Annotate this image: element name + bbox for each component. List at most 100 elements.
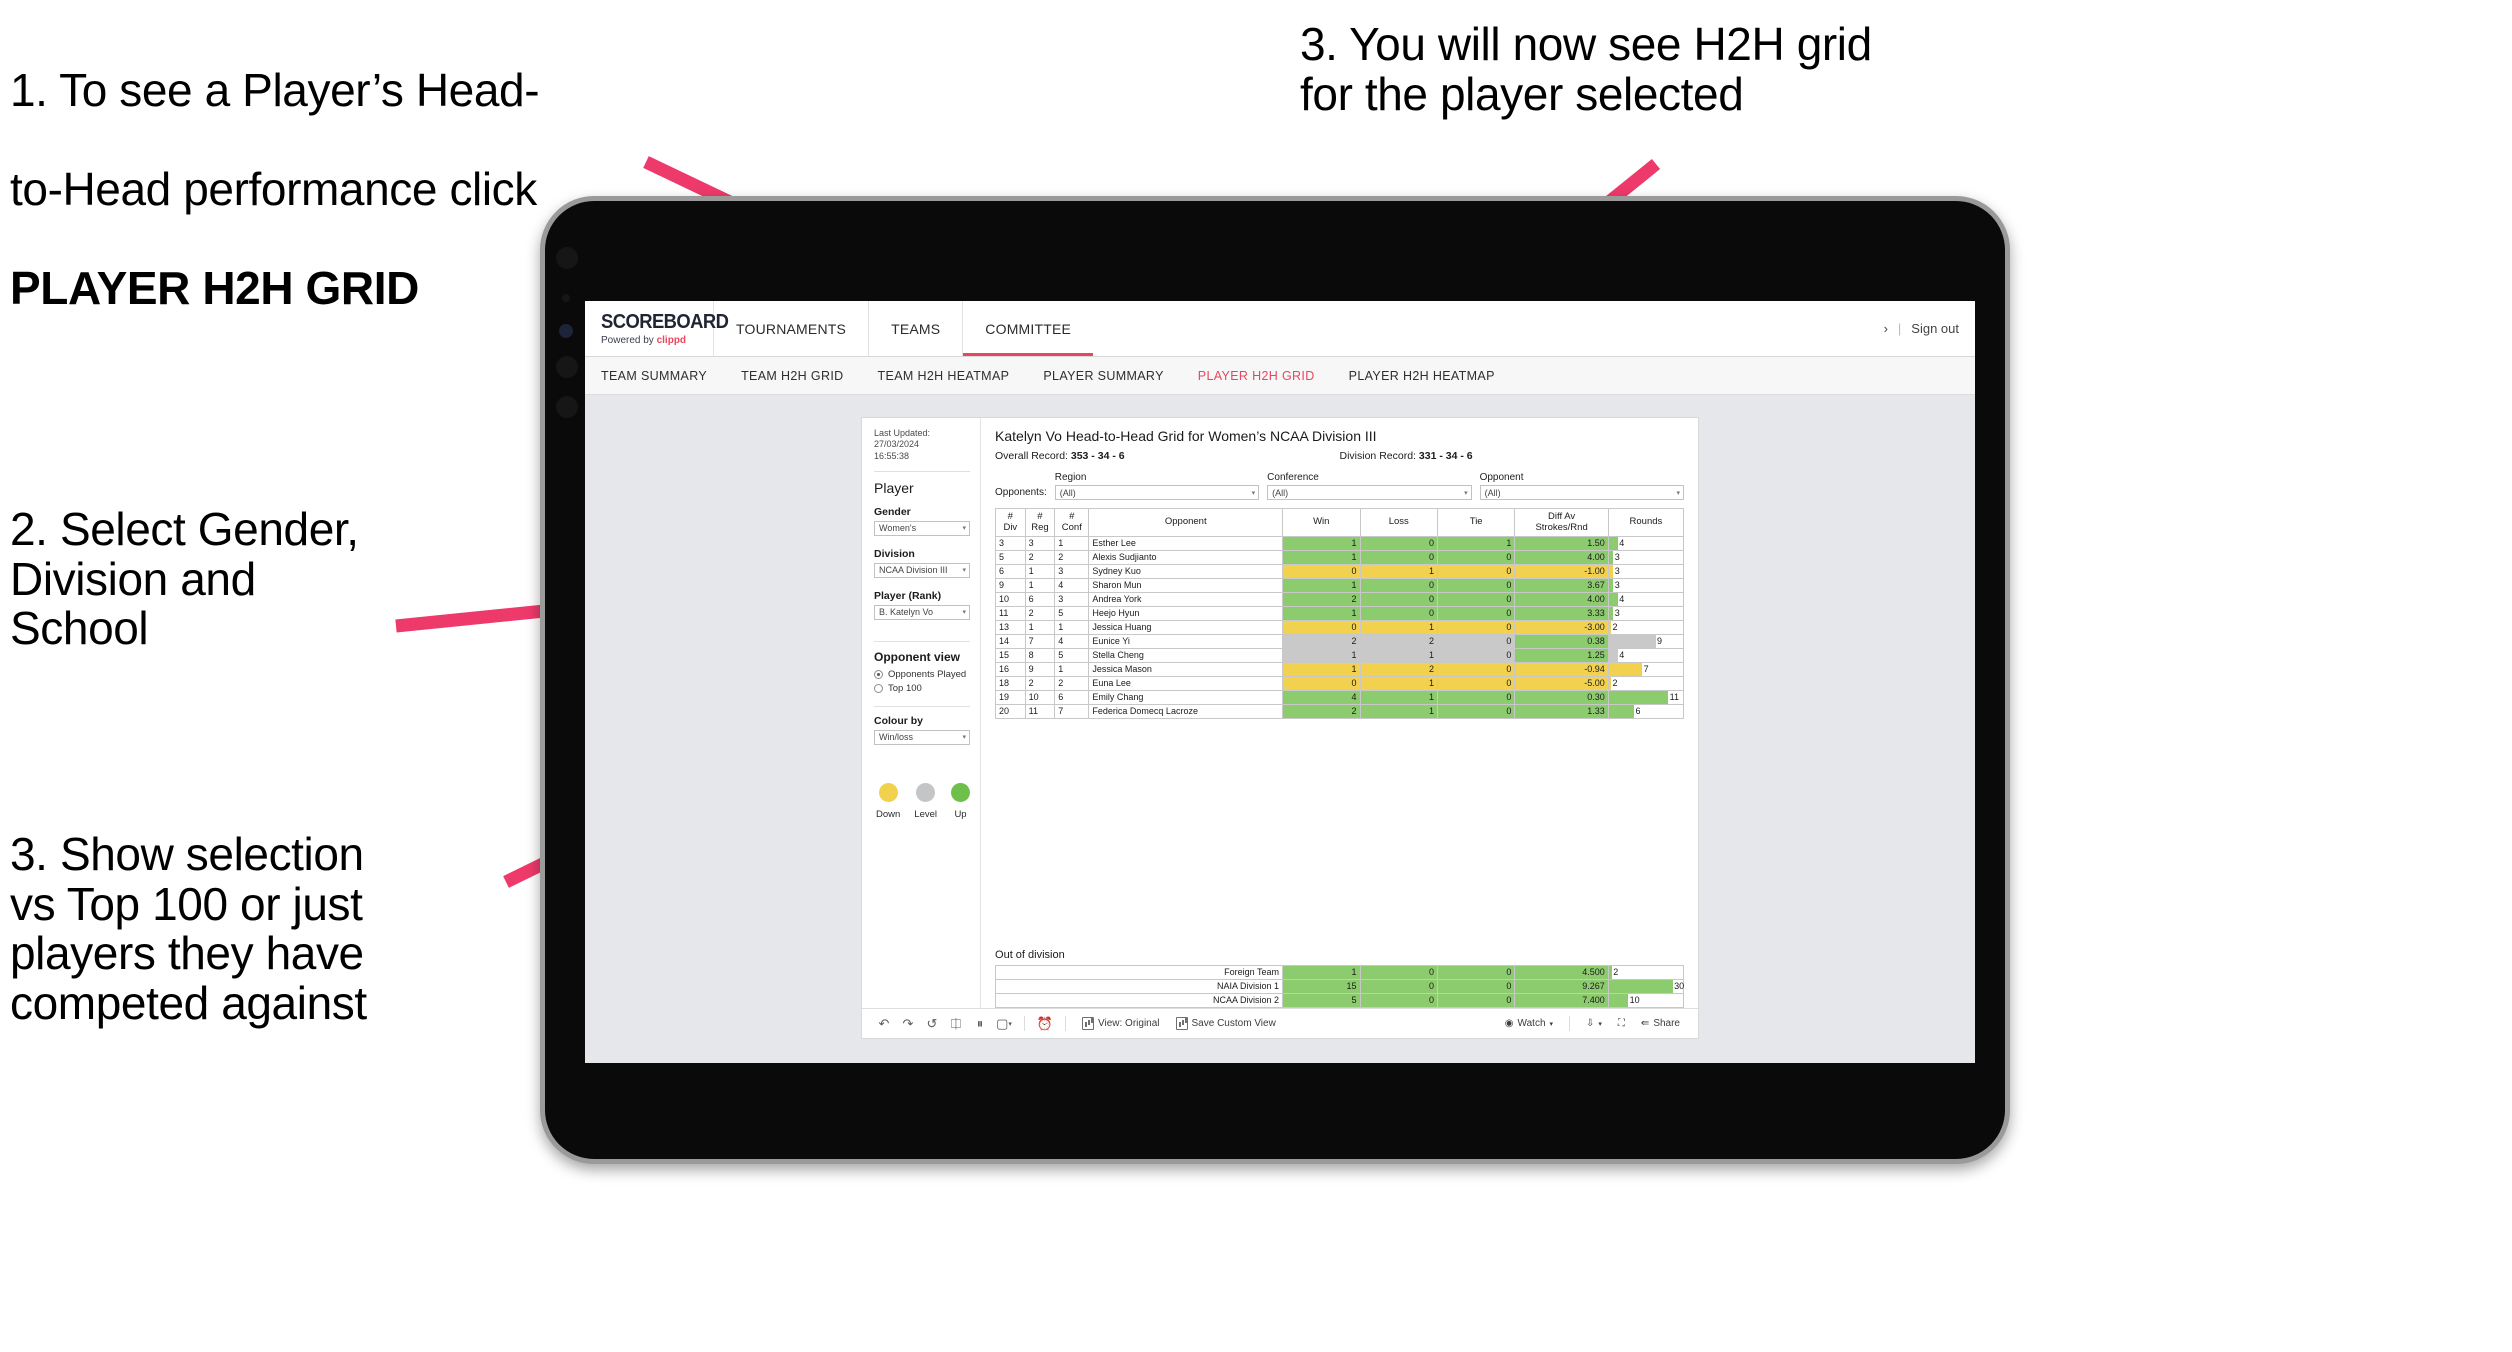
h2h-grid-header-row: # Div # Reg # Conf Opponent Win Loss Tie Di… [995,508,1685,537]
watch-icon: ◉ [1504,1018,1514,1029]
view-original-button[interactable]: View: Original [1074,1017,1168,1030]
opponent-select[interactable]: (All) ▾ [1479,485,1684,500]
tab-player-summary[interactable]: PLAYER SUMMARY [1043,369,1163,383]
colour-legend: Down Level Up [874,782,971,820]
out-of-division-body: Foreign Team 1 0 0 4.500 2 NAIA Division 1 15 0 0… [995,965,1685,1008]
refresh-icon[interactable]: ⎅ [944,1013,968,1035]
tab-player-h2h-heatmap[interactable]: PLAYER H2H HEATMAP [1349,369,1495,383]
table-row[interactable]: 14 7 4 Eunice Yi 2 2 0 0.38 9 [995,634,1685,649]
save-custom-view-label: Save Custom View [1191,1018,1276,1029]
radio-top-100-label: Top 100 [888,682,922,694]
field-player-rank-label: Player (Rank) [874,589,942,602]
legend-label-down: Down [876,808,901,820]
table-row[interactable]: 20 11 7 Federica Domecq Lacroze 2 1 0 1.33 6 [995,704,1685,719]
field-division-label: Division [874,547,915,560]
last-updated-line1: Last Updated: 27/03/2024 [874,428,931,450]
table-row[interactable]: Foreign Team 1 0 0 4.500 2 [995,965,1685,980]
undo-icon[interactable]: ↶ [872,1013,896,1035]
filter-region-caption: Region [1054,472,1087,483]
share-icon: ⇚ [1640,1018,1650,1029]
pause-icon[interactable]: ⏸ [968,1013,992,1035]
table-row[interactable]: 6 1 3 Sydney Kuo 0 1 0 -1.00 3 [995,564,1685,579]
overall-record-value: 353 - 34 - 6 [1070,450,1125,462]
record-summary: Overall Record: 353 - 34 - 6 Division Re… [995,450,1684,462]
main-nav: TOURNAMENTS TEAMS COMMITTEE [713,301,1093,356]
rounds-bar-cell: 11 [1607,690,1685,705]
callout-3: 2. Select Gender, Division and School [10,503,359,655]
bezel-dot-5 [556,396,578,418]
rounds-bar-cell: 2 [1607,676,1685,691]
table-row[interactable]: 18 2 2 Euna Lee 0 1 0 -5.00 2 [995,676,1685,691]
division-select[interactable]: NCAA Division III ▾ [874,562,971,578]
share-button[interactable]: ⇚ Share [1633,1018,1688,1029]
table-row[interactable]: NAIA Division 1 15 0 0 9.267 30 [995,979,1684,994]
sign-out-link[interactable]: Sign out [1911,321,1959,336]
brand-sub-accent: clippd [656,335,687,346]
radio-opponents-played[interactable]: Opponents Played [874,669,970,680]
header-account-area: › | Sign out [1884,301,1959,356]
callout-4: 3. Show selection vs Top 100 or just pla… [10,828,367,1030]
filter-opponent-caption: Opponent [1479,472,1524,483]
colour-by-select[interactable]: Win/loss ▾ [874,729,971,745]
chevron-down-icon: ▾ [1676,489,1680,497]
nav-item-teams[interactable]: TEAMS [868,301,962,356]
table-row[interactable]: 11 2 5 Heejo Hyun 1 0 0 3.33 3 [995,606,1685,621]
gender-select[interactable]: Women's ▾ [874,520,971,536]
region-select[interactable]: (All) ▾ [1054,485,1260,500]
rail-section-player: Player [874,479,914,496]
chevron-down-icon: ▾ [962,609,967,617]
toolbar-divider-2 [1065,1016,1066,1031]
player-rank-select[interactable]: B. Katelyn Vo ▾ [874,604,971,620]
table-row[interactable]: 15 8 5 Stella Cheng 1 1 0 1.25 4 [995,648,1685,663]
field-division: Division NCAA Division III ▾ [874,547,971,578]
radio-opponents-played-label: Opponents Played [888,668,967,680]
filter-opponent: Opponent (All) ▾ [1479,472,1684,500]
redo-icon[interactable]: ↷ [896,1013,920,1035]
table-row[interactable]: 16 9 1 Jessica Mason 1 2 0 -0.94 7 [995,662,1685,677]
col-opponent: Opponent [1088,508,1284,537]
col-div: # Div [995,508,1026,537]
rail-divider-2 [874,640,971,642]
watch-button[interactable]: ◉ Watch ▾ [1497,1018,1561,1029]
last-updated-line2: 16:55:38 [874,450,910,461]
rounds-bar-cell: 4 [1607,648,1685,663]
colour-by-label: Colour by [874,714,923,727]
radio-top-100[interactable]: Top 100 [874,683,970,694]
table-row[interactable]: 13 1 1 Jessica Huang 0 1 0 -3.00 2 [995,620,1685,635]
radio-icon-selected [874,669,883,679]
table-row[interactable]: 5 2 2 Alexis Sudjianto 1 0 0 4.00 3 [995,550,1685,565]
chevron-down-icon: ▾ [962,734,967,742]
tab-team-h2h-grid[interactable]: TEAM H2H GRID [741,369,843,383]
h2h-grid-scroll[interactable]: # Div # Reg # Conf Opponent Win Loss Tie Di… [995,508,1685,939]
tab-player-h2h-grid[interactable]: PLAYER H2H GRID [1198,369,1315,383]
tab-team-summary[interactable]: TEAM SUMMARY [601,369,707,383]
col-rounds: Rounds [1607,508,1685,537]
division-value: NCAA Division III [879,565,948,576]
account-chevron-icon[interactable]: › [1884,321,1888,336]
alert-icon[interactable]: ⏰ [1033,1013,1057,1035]
revert-icon[interactable]: ↺ [920,1013,944,1035]
tablet-device-frame: SCOREBOARD Powered by clippd TOURNAMENTS… [540,196,2010,1164]
fullscreen-button[interactable]: ⛶ [1610,1018,1633,1029]
table-row[interactable]: 19 10 6 Emily Chang 4 1 0 0.30 11 [995,690,1685,705]
bezel-dot-2 [562,294,570,302]
view-original-label: View: Original [1098,1018,1160,1029]
table-row[interactable]: 9 1 4 Sharon Mun 1 0 0 3.67 3 [995,578,1685,593]
brand-logo: SCOREBOARD Powered by clippd [585,311,729,346]
conference-select[interactable]: (All) ▾ [1267,485,1472,500]
nav-item-tournaments[interactable]: TOURNAMENTS [713,301,868,356]
rounds-bar-cell: 3 [1607,606,1685,621]
nav-item-committee[interactable]: COMMITTEE [962,301,1093,356]
opponent-view-title: Opponent view [874,649,961,664]
table-row[interactable]: 3 3 1 Esther Lee 1 0 1 1.50 4 [995,536,1685,551]
out-of-division-table: Foreign Team 1 0 0 4.500 2 NAIA Division 1 15 0 0… [995,965,1684,1008]
table-row[interactable]: NCAA Division 2 5 0 0 7.400 10 [995,993,1685,1008]
table-row[interactable]: 10 6 3 Andrea York 2 0 0 4.00 4 [995,592,1685,607]
opponent-filters: Opponents: Region (All) ▾ Conference (Al… [995,472,1684,500]
callout-2: 3. You will now see H2H grid for the pla… [1300,18,1872,120]
save-custom-view-button[interactable]: Save Custom View [1168,1017,1284,1030]
filter-conference-caption: Conference [1267,472,1319,483]
download-button[interactable]: ⇩ ▾ [1578,1018,1610,1029]
zoom-dropdown-icon[interactable]: ▢ ▾ [992,1013,1016,1035]
tab-team-h2h-heatmap[interactable]: TEAM H2H HEATMAP [878,369,1010,383]
